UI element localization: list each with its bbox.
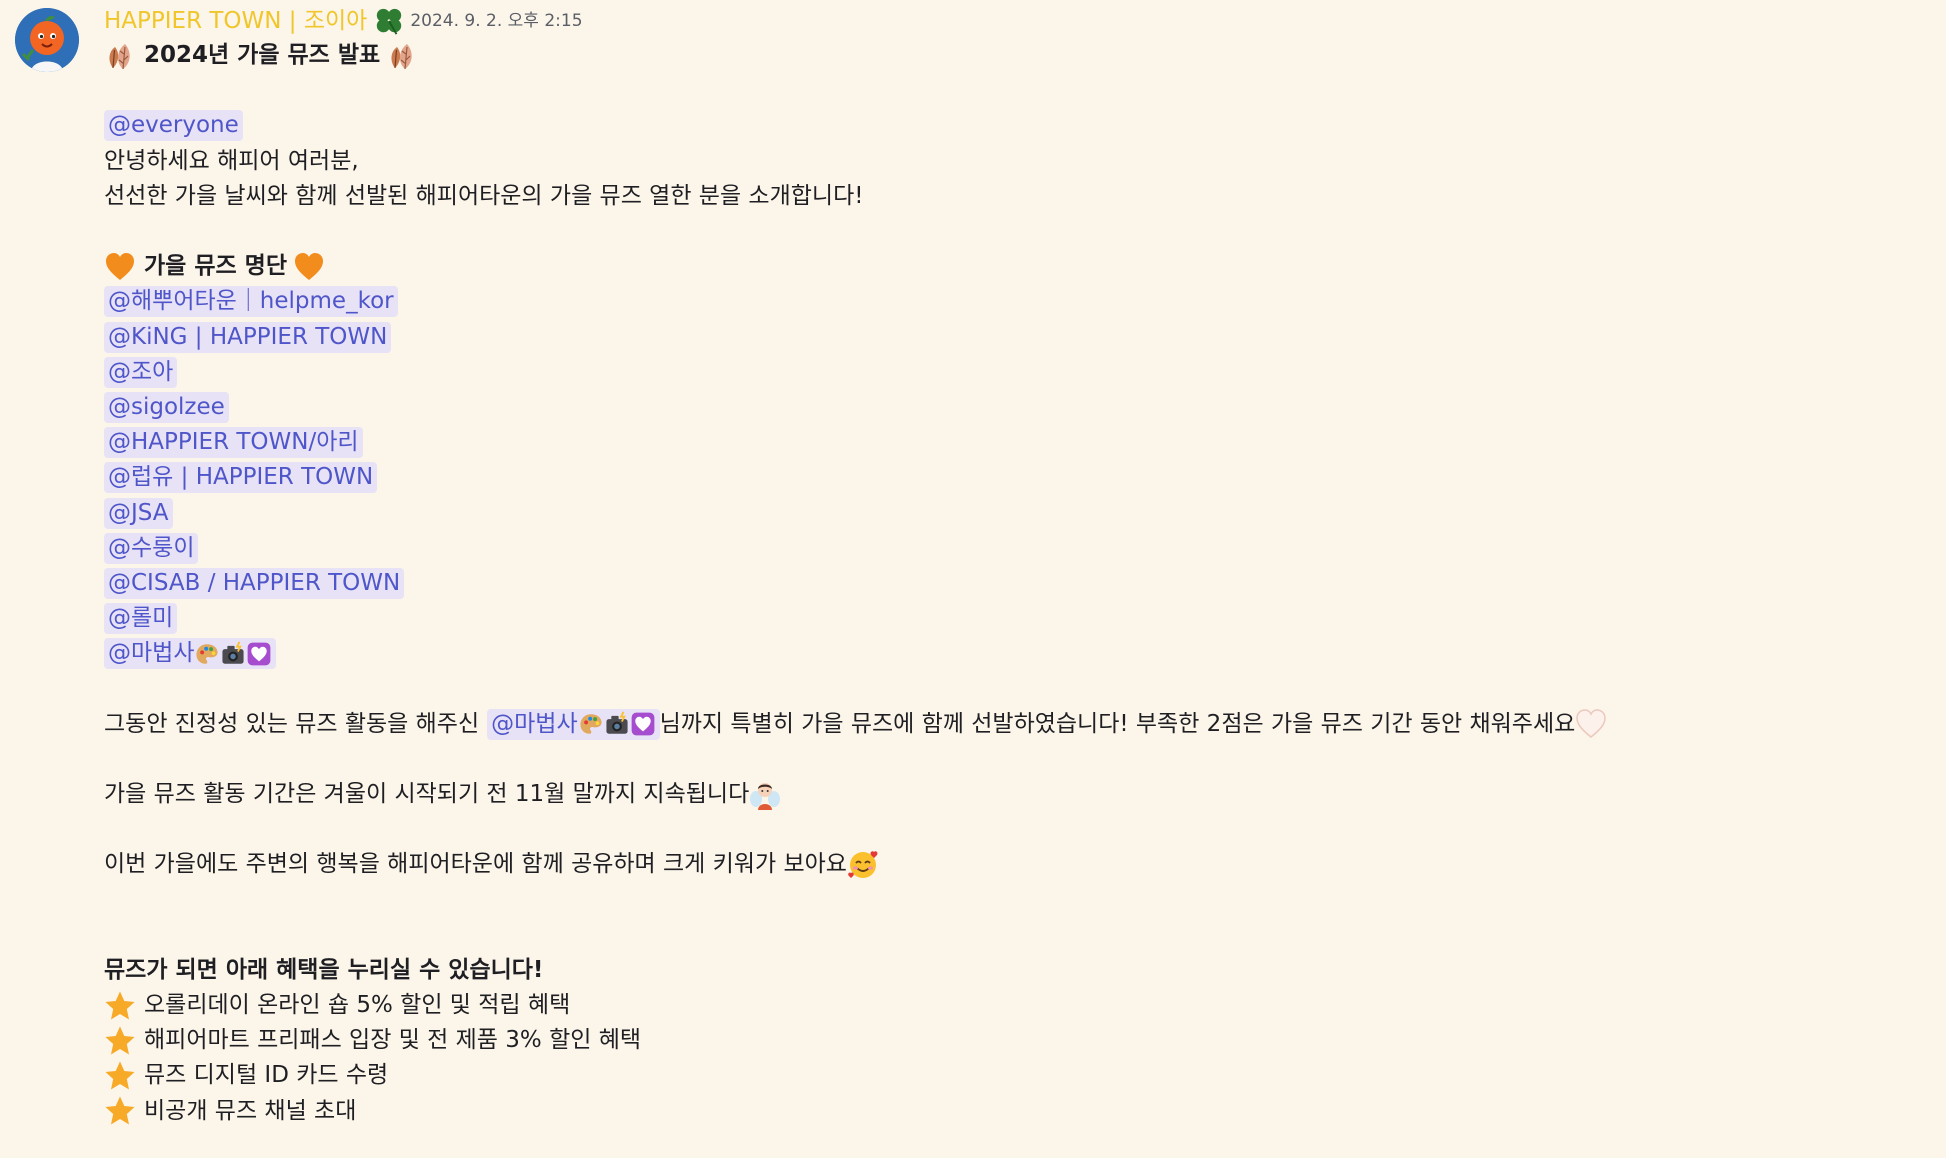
announcement-title: 2024년 가을 뮤즈 발표	[104, 38, 1926, 73]
muse-mention[interactable]: @럽유 | HAPPIER TOWN	[104, 462, 378, 494]
camera-flash-icon	[220, 641, 246, 667]
benefit-text: 오롤리데이 온라인 숍 5% 할인 및 적립 혜택	[144, 992, 571, 1019]
autumn-leaves-icon	[104, 40, 136, 72]
benefit-item: 비공개 뮤즈 채널 초대	[104, 1094, 1926, 1129]
orange-heart-icon	[293, 251, 325, 283]
muse-list: @해뿌어타운｜helpme_kor @KiNG | HAPPIER TOWN @…	[104, 284, 1926, 671]
muse-list-heading-text: 가을 뮤즈 명단	[144, 253, 287, 280]
special-note-mention-text: @마법사	[491, 710, 578, 737]
message-timestamp: 2024. 9. 2. 오후 2:15	[410, 11, 583, 31]
artist-palette-icon	[578, 711, 604, 737]
fairy-icon	[749, 779, 781, 811]
muse-list-heading: 가을 뮤즈 명단	[104, 249, 1926, 284]
message-header: HAPPIER TOWN | 조이아 2024. 9. 2. 오후 2:15	[104, 4, 1926, 38]
star-icon	[104, 1025, 136, 1057]
benefits-list: 오롤리데이 온라인 숍 5% 할인 및 적립 혜택 해피어마트 프리패스 입장 …	[104, 988, 1926, 1129]
orange-heart-icon	[104, 251, 136, 283]
muse-mention[interactable]: @롤미	[104, 603, 178, 635]
camera-flash-icon	[604, 711, 630, 737]
muse-mention[interactable]: @KiNG | HAPPIER TOWN	[104, 321, 392, 353]
heart-box-icon	[246, 641, 272, 667]
star-icon	[104, 990, 136, 1022]
benefit-item: 오롤리데이 온라인 숍 5% 할인 및 적립 혜택	[104, 988, 1926, 1023]
message-content: HAPPIER TOWN | 조이아 2024. 9. 2. 오후 2:15 2…	[104, 4, 1926, 1129]
special-note-mention[interactable]: @마법사	[487, 708, 660, 740]
star-icon	[104, 1060, 136, 1092]
closing-note-text: 이번 가을에도 주변의 행복을 해피어타운에 함께 공유하며 크게 키워가 보아…	[104, 851, 847, 878]
muse-mention[interactable]: @CISAB / HAPPIER TOWN	[104, 567, 405, 599]
greeting-text: 안녕하세요 해피어 여러분,	[104, 147, 359, 174]
muse-mention[interactable]: @조아	[104, 356, 178, 388]
benefit-item: 뮤즈 디지털 ID 카드 수령	[104, 1058, 1926, 1093]
benefit-text: 해피어마트 프리패스 입장 및 전 제품 3% 할인 혜택	[144, 1027, 642, 1054]
everyone-mention[interactable]: @everyone	[104, 110, 243, 142]
star-icon	[104, 1095, 136, 1127]
everyone-line: @everyone	[104, 108, 1926, 143]
smiling-face-with-hearts-icon	[847, 849, 879, 881]
muse-mention[interactable]: @HAPPIER TOWN/아리	[104, 427, 363, 459]
artist-palette-icon	[194, 641, 220, 667]
muse-mention[interactable]: @sigolzee	[104, 391, 229, 423]
heart-box-icon	[630, 711, 656, 737]
chat-message: HAPPIER TOWN | 조이아 2024. 9. 2. 오후 2:15 2…	[0, 0, 1946, 1158]
special-note-before: 그동안 진정성 있는 뮤즈 활동을 해주신	[104, 710, 480, 737]
muse-mention[interactable]: @수룽이	[104, 532, 199, 564]
autumn-leaves-icon	[386, 40, 418, 72]
closing-note: 이번 가을에도 주변의 행복을 해피어타운에 함께 공유하며 크게 키워가 보아…	[104, 847, 1926, 882]
benefit-text: 비공개 뮤즈 채널 초대	[144, 1097, 357, 1124]
benefits-heading: 뮤즈가 되면 아래 혜택을 누리실 수 있습니다!	[104, 956, 544, 983]
benefit-text: 뮤즈 디지털 ID 카드 수령	[144, 1062, 389, 1089]
period-note-text: 가을 뮤즈 활동 기간은 겨울이 시작되기 전 11월 말까지 지속됩니다	[104, 780, 750, 807]
muse-mention-text: @마법사	[108, 640, 195, 667]
muse-mention[interactable]: @JSA	[104, 497, 173, 529]
intro-text: 선선한 가을 날씨와 함께 선발된 해피어타운의 가을 뮤즈 열한 분을 소개합…	[104, 182, 864, 209]
special-note-after: 님까지 특별히 가을 뮤즈에 함께 선발하였습니다! 부족한 2점은 가을 뮤즈…	[659, 710, 1576, 737]
benefit-item: 해피어마트 프리패스 입장 및 전 제품 3% 할인 혜택	[104, 1023, 1926, 1058]
white-heart-icon	[1575, 708, 1607, 740]
period-note: 가을 뮤즈 활동 기간은 겨울이 시작되기 전 11월 말까지 지속됩니다	[104, 777, 1926, 812]
muse-mention-wizard[interactable]: @마법사	[104, 638, 277, 670]
title-text: 2024년 가을 뮤즈 발표	[144, 42, 381, 68]
avatar[interactable]	[15, 8, 79, 72]
muse-mention[interactable]: @해뿌어타운｜helpme_kor	[104, 286, 398, 318]
author-name[interactable]: HAPPIER TOWN | 조이아	[104, 4, 367, 38]
special-note: 그동안 진정성 있는 뮤즈 활동을 해주신 @마법사 님까지 특별히 가을 뮤즈…	[104, 707, 1926, 742]
orange-character-icon	[15, 8, 79, 72]
four-leaf-clover-icon	[374, 6, 404, 36]
